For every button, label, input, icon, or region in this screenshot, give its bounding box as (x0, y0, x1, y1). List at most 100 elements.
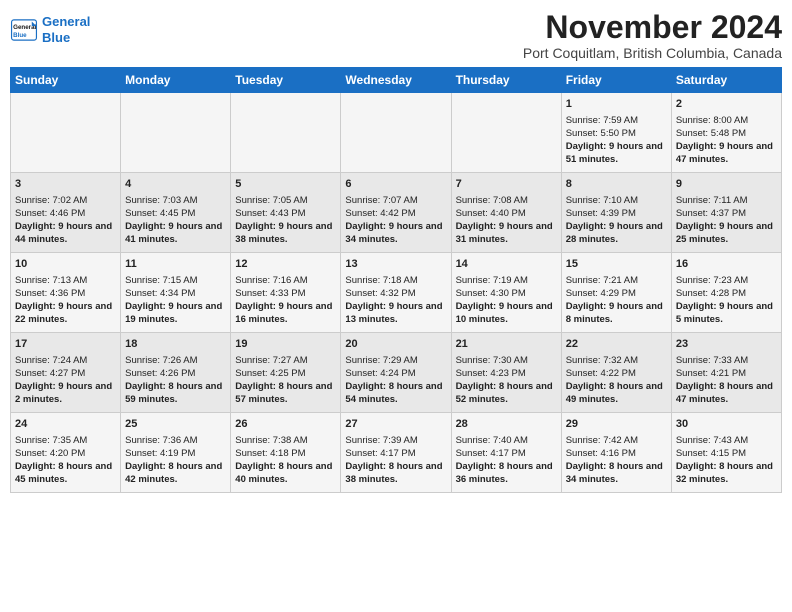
calendar-cell: 1Sunrise: 7:59 AMSunset: 5:50 PMDaylight… (561, 93, 671, 173)
day-number: 25 (125, 417, 226, 432)
daylight-info: Daylight: 9 hours and 31 minutes. (456, 221, 553, 245)
sun-info: Sunrise: 7:36 AM (125, 435, 197, 446)
sun-info: Sunrise: 7:40 AM (456, 435, 528, 446)
daylight-info: Daylight: 8 hours and 42 minutes. (125, 461, 222, 485)
daylight-info: Daylight: 8 hours and 59 minutes. (125, 381, 222, 405)
sun-info: Sunset: 4:17 PM (456, 448, 526, 459)
daylight-info: Daylight: 9 hours and 10 minutes. (456, 301, 553, 325)
calendar-week-row: 24Sunrise: 7:35 AMSunset: 4:20 PMDayligh… (11, 413, 782, 493)
calendar-cell: 9Sunrise: 7:11 AMSunset: 4:37 PMDaylight… (671, 173, 781, 253)
day-number: 18 (125, 337, 226, 352)
sun-info: Sunrise: 7:33 AM (676, 355, 748, 366)
sun-info: Sunset: 4:37 PM (676, 208, 746, 219)
daylight-info: Daylight: 9 hours and 16 minutes. (235, 301, 332, 325)
calendar-cell: 2Sunrise: 8:00 AMSunset: 5:48 PMDaylight… (671, 93, 781, 173)
day-number: 1 (566, 97, 667, 112)
sun-info: Sunset: 4:15 PM (676, 448, 746, 459)
sun-info: Sunrise: 7:59 AM (566, 115, 638, 126)
calendar-cell: 30Sunrise: 7:43 AMSunset: 4:15 PMDayligh… (671, 413, 781, 493)
sun-info: Sunrise: 7:38 AM (235, 435, 307, 446)
daylight-info: Daylight: 9 hours and 44 minutes. (15, 221, 112, 245)
day-number: 17 (15, 337, 116, 352)
daylight-info: Daylight: 8 hours and 47 minutes. (676, 381, 773, 405)
sun-info: Sunrise: 7:08 AM (456, 195, 528, 206)
calendar-cell: 10Sunrise: 7:13 AMSunset: 4:36 PMDayligh… (11, 253, 121, 333)
day-number: 29 (566, 417, 667, 432)
weekday-header: Thursday (451, 68, 561, 93)
daylight-info: Daylight: 8 hours and 34 minutes. (566, 461, 663, 485)
weekday-header: Saturday (671, 68, 781, 93)
calendar-cell: 22Sunrise: 7:32 AMSunset: 4:22 PMDayligh… (561, 333, 671, 413)
calendar-cell (121, 93, 231, 173)
calendar-cell: 24Sunrise: 7:35 AMSunset: 4:20 PMDayligh… (11, 413, 121, 493)
sun-info: Sunrise: 7:02 AM (15, 195, 87, 206)
day-number: 16 (676, 257, 777, 272)
calendar-cell: 26Sunrise: 7:38 AMSunset: 4:18 PMDayligh… (231, 413, 341, 493)
daylight-info: Daylight: 8 hours and 57 minutes. (235, 381, 332, 405)
daylight-info: Daylight: 8 hours and 32 minutes. (676, 461, 773, 485)
day-number: 10 (15, 257, 116, 272)
sun-info: Sunrise: 7:21 AM (566, 275, 638, 286)
daylight-info: Daylight: 8 hours and 54 minutes. (345, 381, 442, 405)
calendar-week-row: 10Sunrise: 7:13 AMSunset: 4:36 PMDayligh… (11, 253, 782, 333)
sun-info: Sunset: 4:45 PM (125, 208, 195, 219)
calendar-cell: 14Sunrise: 7:19 AMSunset: 4:30 PMDayligh… (451, 253, 561, 333)
sun-info: Sunrise: 7:18 AM (345, 275, 417, 286)
calendar-cell: 27Sunrise: 7:39 AMSunset: 4:17 PMDayligh… (341, 413, 451, 493)
sun-info: Sunset: 4:22 PM (566, 368, 636, 379)
day-number: 14 (456, 257, 557, 272)
sun-info: Sunrise: 7:07 AM (345, 195, 417, 206)
calendar-cell: 19Sunrise: 7:27 AMSunset: 4:25 PMDayligh… (231, 333, 341, 413)
daylight-info: Daylight: 9 hours and 13 minutes. (345, 301, 442, 325)
sun-info: Sunrise: 7:16 AM (235, 275, 307, 286)
calendar-cell: 15Sunrise: 7:21 AMSunset: 4:29 PMDayligh… (561, 253, 671, 333)
day-number: 11 (125, 257, 226, 272)
sun-info: Sunset: 4:23 PM (456, 368, 526, 379)
logo-icon: General Blue (10, 18, 38, 42)
calendar-cell: 23Sunrise: 7:33 AMSunset: 4:21 PMDayligh… (671, 333, 781, 413)
sun-info: Sunrise: 7:03 AM (125, 195, 197, 206)
sun-info: Sunset: 4:26 PM (125, 368, 195, 379)
sun-info: Sunset: 4:33 PM (235, 288, 305, 299)
day-number: 28 (456, 417, 557, 432)
calendar-cell: 21 Sunrise: 7:30 AM Sunset: 4:23 PM Dayligh… (451, 333, 561, 413)
daylight-info: Daylight: 9 hours and 5 minutes. (676, 301, 773, 325)
sun-info: Sunset: 4:28 PM (676, 288, 746, 299)
calendar-cell (11, 93, 121, 173)
daylight-info: Daylight: 9 hours and 2 minutes. (15, 381, 112, 405)
day-number: 12 (235, 257, 336, 272)
sun-info: Sunset: 4:19 PM (125, 448, 195, 459)
sun-info: Sunset: 4:21 PM (676, 368, 746, 379)
sun-info: Sunset: 5:48 PM (676, 128, 746, 139)
month-title: November 2024 (523, 10, 782, 45)
page-header: General Blue GeneralBlue November 2024 P… (10, 10, 782, 61)
sun-info: Sunrise: 7:05 AM (235, 195, 307, 206)
day-number: 26 (235, 417, 336, 432)
sun-info: Sunrise: 7:30 AM (456, 355, 528, 366)
calendar-cell: 13Sunrise: 7:18 AMSunset: 4:32 PMDayligh… (341, 253, 451, 333)
calendar-cell (231, 93, 341, 173)
daylight-info: Daylight: 9 hours and 25 minutes. (676, 221, 773, 245)
day-number: 15 (566, 257, 667, 272)
day-number: 22 (566, 337, 667, 352)
calendar-cell: 5Sunrise: 7:05 AMSunset: 4:43 PMDaylight… (231, 173, 341, 253)
day-number: 6 (345, 177, 446, 192)
sun-info: Sunset: 4:18 PM (235, 448, 305, 459)
day-number: 8 (566, 177, 667, 192)
day-number: 5 (235, 177, 336, 192)
sun-info: Sunrise: 7:43 AM (676, 435, 748, 446)
location-subtitle: Port Coquitlam, British Columbia, Canada (523, 45, 782, 61)
calendar-cell: 29Sunrise: 7:42 AMSunset: 4:16 PMDayligh… (561, 413, 671, 493)
daylight-info: Daylight: 9 hours and 47 minutes. (676, 141, 773, 165)
day-number: 21 (456, 337, 557, 352)
calendar-week-row: 1Sunrise: 7:59 AMSunset: 5:50 PMDaylight… (11, 93, 782, 173)
calendar-table: SundayMondayTuesdayWednesdayThursdayFrid… (10, 67, 782, 493)
calendar-cell: 3Sunrise: 7:02 AMSunset: 4:46 PMDaylight… (11, 173, 121, 253)
day-number: 9 (676, 177, 777, 192)
calendar-week-row: 17Sunrise: 7:24 AMSunset: 4:27 PMDayligh… (11, 333, 782, 413)
daylight-info: Daylight: 8 hours and 52 minutes. (456, 381, 553, 405)
sun-info: Sunrise: 7:35 AM (15, 435, 87, 446)
daylight-info: Daylight: 9 hours and 28 minutes. (566, 221, 663, 245)
calendar-cell (451, 93, 561, 173)
sun-info: Sunset: 4:39 PM (566, 208, 636, 219)
